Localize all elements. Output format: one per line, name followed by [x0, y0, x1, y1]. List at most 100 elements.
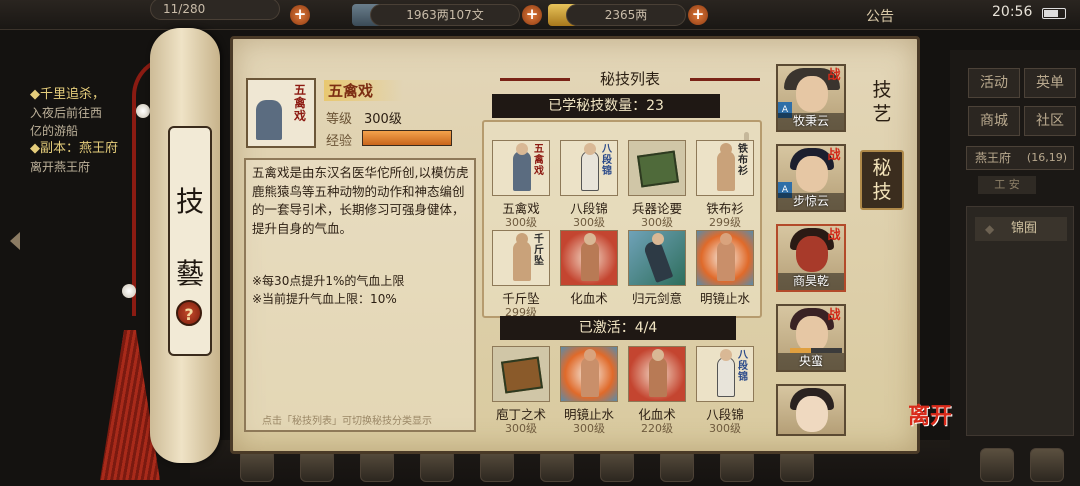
- list-button[interactable]: 英单: [1024, 68, 1076, 98]
- skill-card[interactable]: 八段锦 八段锦 300级: [556, 140, 622, 229]
- skill-icon: [560, 346, 618, 402]
- right-list: 锦囿: [966, 206, 1074, 436]
- battle-badge: 战: [827, 68, 841, 83]
- character-portrait[interactable]: 战 商昊乾: [776, 224, 846, 292]
- skill-description: 五禽戏是由东汉名医华佗所创,以模仿虎鹿熊猿鸟等五种动物的动作和神态编创的一套导引…: [252, 165, 469, 236]
- skill-icon: 五禽戏: [492, 140, 550, 196]
- gold-display: 2365两: [566, 4, 686, 26]
- skill-icon: [628, 346, 686, 402]
- figure-icon: [513, 151, 531, 191]
- exit-button[interactable]: 离开: [908, 404, 952, 454]
- figure-icon: [717, 151, 735, 191]
- skill-name: 明镜止水: [699, 291, 750, 306]
- level-value: 300级: [364, 112, 402, 127]
- shop-button[interactable]: 商城: [968, 106, 1020, 136]
- tab-skills[interactable]: 技艺: [860, 78, 904, 130]
- selected-skill-icon: 五禽戏: [246, 78, 316, 148]
- skill-level: 300级: [505, 422, 537, 435]
- character-name: 央蛮: [778, 353, 844, 370]
- battle-badge: 战: [827, 228, 841, 243]
- book-icon: [636, 150, 680, 188]
- location-coords: (16,19): [1026, 151, 1067, 164]
- switch-tip: 点击「秘技列表」可切换秘技分类显示: [262, 416, 432, 427]
- calligraphy-label: 千斤坠: [534, 234, 544, 267]
- skill-card[interactable]: 五禽戏 五禽戏 300级: [488, 140, 554, 229]
- character-portrait[interactable]: 战 A 牧秉云: [776, 64, 846, 132]
- face-icon: [796, 396, 828, 432]
- collapse-left-arrow-icon[interactable]: [10, 232, 20, 250]
- toolbar-icon[interactable]: [980, 448, 1014, 482]
- location-name: 燕王府: [975, 151, 1012, 165]
- location-bar[interactable]: 燕王府 (16,19): [966, 146, 1074, 170]
- figure-icon: [513, 241, 531, 281]
- character-portrait[interactable]: 战 A 步惊云: [776, 144, 846, 212]
- battle-badge: 战: [827, 148, 841, 163]
- head-icon: [720, 349, 732, 361]
- skill-card[interactable]: 归元剑意: [624, 230, 690, 316]
- skill-level: 300级: [641, 216, 673, 229]
- skill-name: 归元剑意: [631, 291, 682, 306]
- skill-card[interactable]: 化血术: [556, 230, 622, 316]
- learned-count-banner: 已学秘技数量：23: [492, 94, 720, 118]
- figure-icon: [581, 241, 599, 281]
- calligraphy-label: 铁布衫: [738, 144, 748, 177]
- head-icon: [584, 233, 596, 245]
- skill-card[interactable]: 千斤坠 千斤坠 299级: [488, 230, 554, 319]
- skill-icon: [696, 230, 754, 286]
- head-icon: [584, 143, 596, 155]
- skill-note-1: ※每30点提升1%的气血上限: [252, 274, 405, 288]
- figure-icon: [581, 357, 599, 397]
- character-portrait[interactable]: 战 央蛮: [776, 304, 846, 372]
- exp-bar-fill: [363, 131, 451, 145]
- skill-icon: 八段锦: [696, 346, 754, 402]
- head-icon: [584, 349, 596, 361]
- battery-icon: [1042, 8, 1066, 19]
- help-button[interactable]: ?: [176, 300, 202, 326]
- character-name: 商昊乾: [778, 273, 844, 290]
- skill-icon: 八段锦: [560, 140, 618, 196]
- activated-banner: 已激活：4/4: [500, 316, 736, 340]
- money-display: 1963两107文: [370, 4, 520, 26]
- skill-level: 300级: [709, 422, 741, 435]
- storage-counter: 11/280: [150, 0, 280, 20]
- book-icon: [500, 356, 544, 394]
- list-item[interactable]: 锦囿: [975, 217, 1067, 241]
- figure-icon: [256, 100, 282, 140]
- face-icon: [796, 76, 828, 112]
- battle-badge: 战: [827, 308, 841, 323]
- community-button[interactable]: 社区: [1024, 106, 1076, 136]
- active-skill-card[interactable]: 八段锦 八段锦 300级: [692, 346, 758, 435]
- tassel-bead: [136, 104, 150, 118]
- clock: 20:56: [992, 4, 1033, 20]
- add-gold-button[interactable]: +: [688, 5, 708, 25]
- active-skill-card[interactable]: 明镜止水 300级: [556, 346, 622, 435]
- skill-icon: 千斤坠: [492, 230, 550, 286]
- exp-bar: [362, 130, 452, 146]
- exp-label: 经验: [326, 134, 353, 149]
- skill-list-title[interactable]: 秘技列表: [494, 68, 766, 90]
- skill-card[interactable]: 兵器论要 300级: [624, 140, 690, 229]
- skill-card[interactable]: 铁布衫 铁布衫 299级: [692, 140, 758, 229]
- skill-level: 300级: [573, 216, 605, 229]
- character-portrait[interactable]: [776, 384, 846, 436]
- level-label: 等级: [326, 112, 353, 127]
- skill-level: 300级: [505, 216, 537, 229]
- tassel-bead: [122, 284, 136, 298]
- toolbar-icon[interactable]: [1030, 448, 1064, 482]
- add-storage-button[interactable]: +: [290, 5, 310, 25]
- character-name: 牧秉云: [778, 113, 844, 130]
- activity-button[interactable]: 活动: [968, 68, 1020, 98]
- scroll-title-top: 技: [175, 185, 204, 218]
- head-icon: [516, 143, 528, 155]
- tab-secret-skills[interactable]: 秘技: [860, 150, 904, 210]
- skill-card[interactable]: 明镜止水: [692, 230, 758, 316]
- add-money-button[interactable]: +: [522, 5, 542, 25]
- skill-level: 299级: [709, 216, 741, 229]
- storage-value: 11/280: [163, 2, 206, 16]
- active-skill-card[interactable]: 庖丁之术 300级: [488, 346, 554, 435]
- scroll-title-bottom: 藝: [175, 257, 204, 290]
- notice-button[interactable]: 公告: [866, 6, 894, 26]
- skill-icon: 铁布衫: [696, 140, 754, 196]
- active-skill-card[interactable]: 化血术 220级: [624, 346, 690, 435]
- head-icon: [652, 233, 664, 245]
